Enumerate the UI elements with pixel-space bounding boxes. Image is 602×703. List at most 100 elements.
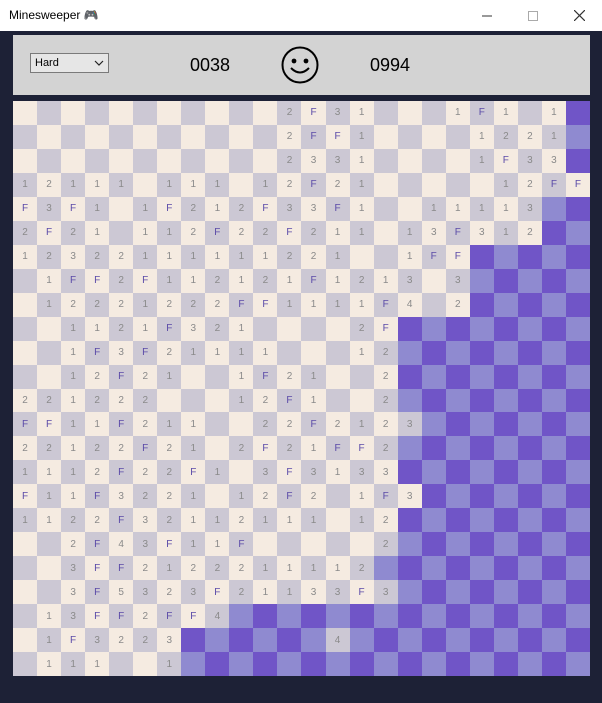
empty-cell[interactable] <box>373 101 398 125</box>
unrevealed-cell[interactable] <box>397 364 422 389</box>
number-cell[interactable]: 1 <box>277 556 302 581</box>
number-cell[interactable]: 3 <box>325 148 350 173</box>
number-cell[interactable]: 2 <box>229 556 254 581</box>
flag-cell[interactable]: F <box>445 220 470 245</box>
unrevealed-cell[interactable] <box>565 412 590 437</box>
flag-cell[interactable]: F <box>565 172 590 197</box>
unrevealed-cell[interactable] <box>397 316 422 341</box>
empty-cell[interactable] <box>13 316 38 341</box>
number-cell[interactable]: 1 <box>229 268 254 293</box>
empty-cell[interactable] <box>109 220 134 245</box>
difficulty-select[interactable]: Hard <box>30 53 109 73</box>
unrevealed-cell[interactable] <box>565 532 590 557</box>
number-cell[interactable]: 1 <box>157 652 182 676</box>
unrevealed-cell[interactable] <box>469 244 494 269</box>
number-cell[interactable]: 1 <box>349 292 374 317</box>
unrevealed-cell[interactable] <box>469 508 494 533</box>
flag-cell[interactable]: F <box>85 340 110 365</box>
unrevealed-cell[interactable] <box>445 364 470 389</box>
flag-cell[interactable]: F <box>373 292 398 317</box>
number-cell[interactable]: 1 <box>61 412 86 437</box>
number-cell[interactable]: 1 <box>421 196 446 221</box>
unrevealed-cell[interactable] <box>373 628 398 653</box>
unrevealed-cell[interactable] <box>205 652 230 676</box>
number-cell[interactable]: 2 <box>181 196 206 221</box>
number-cell[interactable]: 3 <box>37 196 62 221</box>
empty-cell[interactable] <box>181 101 206 125</box>
unrevealed-cell[interactable] <box>517 340 542 365</box>
number-cell[interactable]: 1 <box>37 604 62 629</box>
number-cell[interactable]: 3 <box>133 532 158 557</box>
unrevealed-cell[interactable] <box>421 532 446 557</box>
unrevealed-cell[interactable] <box>469 628 494 653</box>
number-cell[interactable]: 1 <box>205 340 230 365</box>
empty-cell[interactable] <box>157 388 182 413</box>
unrevealed-cell[interactable] <box>397 340 422 365</box>
empty-cell[interactable] <box>13 340 38 365</box>
unrevealed-cell[interactable] <box>469 604 494 629</box>
number-cell[interactable]: 2 <box>301 484 326 509</box>
empty-cell[interactable] <box>445 148 470 173</box>
empty-cell[interactable] <box>229 172 254 197</box>
unrevealed-cell[interactable] <box>565 244 590 269</box>
number-cell[interactable]: 2 <box>85 364 110 389</box>
number-cell[interactable]: 1 <box>397 244 422 269</box>
number-cell[interactable]: 1 <box>61 364 86 389</box>
number-cell[interactable]: 1 <box>205 244 230 269</box>
number-cell[interactable]: 1 <box>37 652 62 676</box>
empty-cell[interactable] <box>133 148 158 173</box>
empty-cell[interactable] <box>13 292 38 317</box>
unrevealed-cell[interactable] <box>541 532 566 557</box>
unrevealed-cell[interactable] <box>493 532 518 557</box>
unrevealed-cell[interactable] <box>469 412 494 437</box>
empty-cell[interactable] <box>397 124 422 149</box>
unrevealed-cell[interactable] <box>349 604 374 629</box>
number-cell[interactable]: 1 <box>205 460 230 485</box>
unrevealed-cell[interactable] <box>565 148 590 173</box>
empty-cell[interactable] <box>325 532 350 557</box>
unrevealed-cell[interactable] <box>493 484 518 509</box>
unrevealed-cell[interactable] <box>517 628 542 653</box>
empty-cell[interactable] <box>181 388 206 413</box>
number-cell[interactable]: 3 <box>109 484 134 509</box>
number-cell[interactable]: 2 <box>85 436 110 461</box>
number-cell[interactable]: 1 <box>37 292 62 317</box>
number-cell[interactable]: 3 <box>421 220 446 245</box>
flag-cell[interactable]: F <box>301 412 326 437</box>
empty-cell[interactable] <box>229 460 254 485</box>
unrevealed-cell[interactable] <box>541 268 566 293</box>
number-cell[interactable]: 1 <box>253 172 278 197</box>
unrevealed-cell[interactable] <box>541 244 566 269</box>
empty-cell[interactable] <box>13 652 38 676</box>
empty-cell[interactable] <box>109 101 134 125</box>
number-cell[interactable]: 1 <box>85 412 110 437</box>
empty-cell[interactable] <box>229 101 254 125</box>
flag-cell[interactable]: F <box>229 532 254 557</box>
empty-cell[interactable] <box>277 316 302 341</box>
flag-cell[interactable]: F <box>133 268 158 293</box>
number-cell[interactable]: 2 <box>229 220 254 245</box>
number-cell[interactable]: 1 <box>85 220 110 245</box>
unrevealed-cell[interactable] <box>421 628 446 653</box>
number-cell[interactable]: 2 <box>133 388 158 413</box>
unrevealed-cell[interactable] <box>493 268 518 293</box>
number-cell[interactable]: 1 <box>253 244 278 269</box>
number-cell[interactable]: 1 <box>13 508 38 533</box>
flag-cell[interactable]: F <box>13 484 38 509</box>
unrevealed-cell[interactable] <box>445 388 470 413</box>
number-cell[interactable]: 2 <box>85 508 110 533</box>
unrevealed-cell[interactable] <box>421 340 446 365</box>
flag-cell[interactable]: F <box>325 196 350 221</box>
number-cell[interactable]: 2 <box>373 532 398 557</box>
number-cell[interactable]: 2 <box>253 412 278 437</box>
flag-cell[interactable]: F <box>253 364 278 389</box>
empty-cell[interactable] <box>517 101 542 125</box>
number-cell[interactable]: 1 <box>61 436 86 461</box>
unrevealed-cell[interactable] <box>181 652 206 676</box>
unrevealed-cell[interactable] <box>253 628 278 653</box>
unrevealed-cell[interactable] <box>421 460 446 485</box>
number-cell[interactable]: 1 <box>61 316 86 341</box>
unrevealed-cell[interactable] <box>421 364 446 389</box>
empty-cell[interactable] <box>421 268 446 293</box>
number-cell[interactable]: 4 <box>205 604 230 629</box>
